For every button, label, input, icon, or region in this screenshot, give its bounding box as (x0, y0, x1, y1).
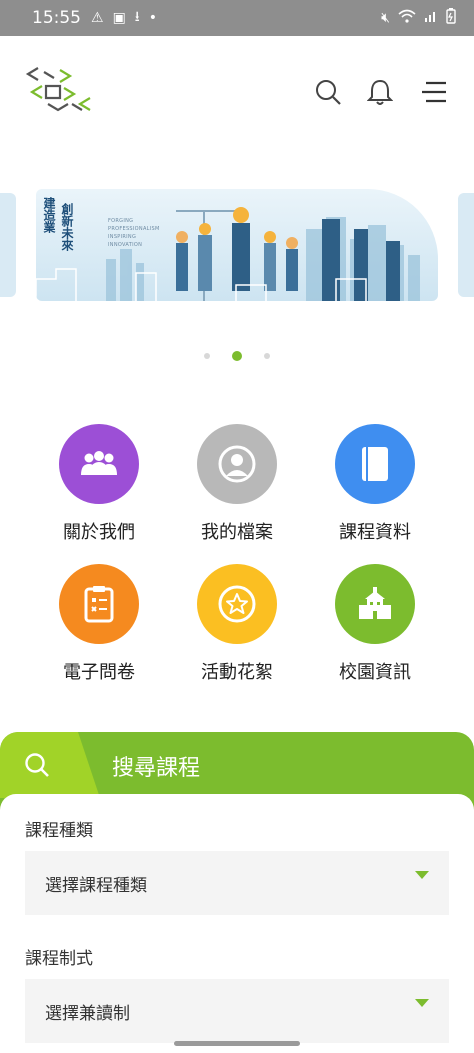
notification-icons: ⚠ ▣ ⭳ • (91, 6, 157, 30)
activities-circle (197, 564, 277, 644)
tile-label: 活動花絮 (201, 662, 273, 683)
about-us-circle (59, 424, 139, 504)
tile-campus-info[interactable]: 校園資訊 (310, 564, 440, 694)
battery-icon (446, 8, 456, 28)
course-type-label: 課程種類 (25, 821, 93, 841)
star-icon (218, 585, 256, 623)
notification-button[interactable] (364, 76, 396, 108)
book-icon (362, 447, 388, 481)
wifi-icon (398, 9, 416, 27)
dropdown-caret-icon (415, 999, 429, 1007)
signal-icon (424, 9, 438, 27)
banner-eng-line: INSPIRING (108, 234, 137, 240)
bell-icon (367, 79, 393, 105)
course-type-select[interactable]: 選擇課程種類 (25, 851, 449, 915)
search-panel-title: 搜尋課程 (112, 756, 201, 781)
tile-activities[interactable]: 活動花絮 (172, 564, 302, 694)
next-slide[interactable] (458, 193, 474, 297)
tile-label: 課程資料 (339, 522, 411, 543)
search-button[interactable] (312, 76, 344, 108)
carousel-dot[interactable] (264, 353, 270, 359)
banner-eng-line: FORGING (108, 218, 134, 224)
previous-slide[interactable] (0, 193, 16, 297)
banner-title-1: 建造業 (42, 197, 56, 233)
e-survey-circle (59, 564, 139, 644)
status-time: 15:55 (32, 8, 81, 28)
logo[interactable] (24, 64, 96, 118)
course-mode-label: 課程制式 (25, 949, 93, 969)
tile-about-us[interactable]: 關於我們 (34, 424, 164, 554)
system-icons: 🔇︎ (381, 8, 456, 28)
banner-english-text: FORGING PROFESSIONALISM INSPIRING INNOVA… (108, 217, 160, 249)
banner-eng-line: PROFESSIONALISM (108, 226, 160, 232)
hamburger-icon (422, 81, 446, 103)
my-profile-circle (197, 424, 277, 504)
search-icon (25, 753, 49, 777)
carousel-dot[interactable] (204, 353, 210, 359)
image-icon: ▣ (112, 10, 126, 26)
mute-icon: 🔇︎ (381, 10, 390, 26)
status-bar: 15:55 ⚠ ▣ ⭳ • 🔇︎ (0, 0, 474, 36)
dropdown-caret-icon (415, 871, 429, 879)
course-mode-select[interactable]: 選擇兼讀制 (25, 979, 449, 1043)
download-icon: ⭳ (134, 9, 140, 25)
search-panel-header: 搜尋課程 (0, 732, 474, 798)
course-type-value: 選擇課程種類 (45, 875, 147, 896)
course-mode-value: 選擇兼讀制 (45, 1003, 130, 1024)
home-indicator[interactable] (174, 1041, 300, 1046)
carousel-dot-active[interactable] (232, 351, 242, 361)
tile-my-profile[interactable]: 我的檔案 (172, 424, 302, 554)
tile-label: 我的檔案 (201, 522, 273, 543)
search-form: 課程種類 選擇課程種類 課程制式 選擇兼讀制 (0, 794, 474, 1053)
profile-icon (218, 445, 256, 483)
clipboard-icon (84, 586, 114, 623)
banner-slide[interactable]: 建造業 創新未來 FORGING PROFESSIONALISM INSPIRI… (36, 189, 438, 301)
banner-title-2: 創新未來 (60, 203, 74, 251)
dot-icon: • (148, 10, 157, 26)
tile-label: 關於我們 (63, 522, 135, 543)
course-info-circle (335, 424, 415, 504)
banner-carousel[interactable]: 建造業 創新未來 FORGING PROFESSIONALISM INSPIRI… (0, 185, 474, 305)
tile-e-survey[interactable]: 電子問卷 (34, 564, 164, 694)
menu-button[interactable] (418, 76, 450, 108)
people-icon (81, 451, 117, 475)
warning-icon: ⚠ (91, 10, 104, 26)
tile-course-info[interactable]: 課程資料 (310, 424, 440, 554)
banner-illustration (36, 207, 420, 301)
search-panel-icon-box[interactable] (0, 732, 100, 798)
banner-eng-line: INNOVATION (108, 242, 143, 248)
tile-label: 校園資訊 (339, 662, 411, 683)
school-icon (359, 587, 391, 619)
tile-label: 電子問卷 (63, 662, 135, 683)
app-header (0, 36, 474, 146)
carousel-indicator (0, 351, 474, 361)
search-icon (316, 80, 341, 105)
campus-info-circle (335, 564, 415, 644)
course-search-panel: 搜尋課程 課程種類 選擇課程種類 課程制式 選擇兼讀制 (0, 732, 474, 1053)
